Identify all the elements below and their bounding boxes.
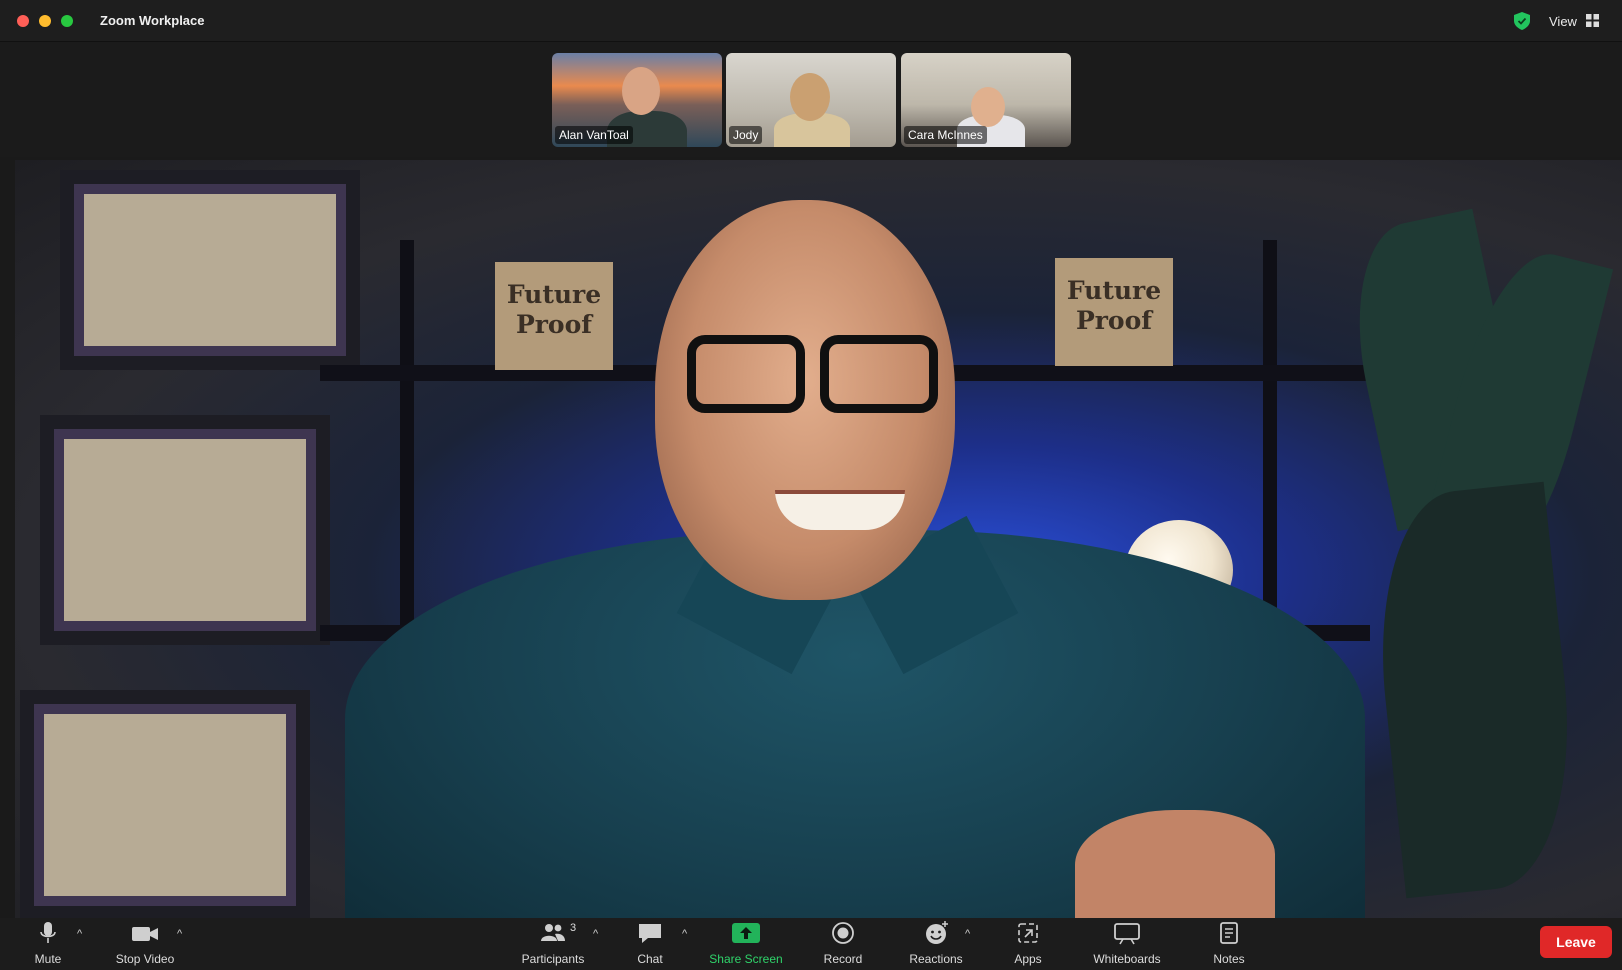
- participant-tile[interactable]: Cara McInnes: [901, 53, 1071, 147]
- participants-button[interactable]: 3 Participants: [516, 920, 590, 966]
- wall-frame: [40, 415, 330, 645]
- microphone-icon: [40, 922, 56, 943]
- reactions-label: Reactions: [909, 952, 963, 966]
- whiteboards-label: Whiteboards: [1093, 952, 1161, 966]
- participant-name: Alan VanToal: [555, 126, 633, 144]
- participant-tile[interactable]: Alan VanToal: [552, 53, 722, 147]
- mute-button[interactable]: Mute: [28, 920, 68, 966]
- stop-video-button[interactable]: Stop Video: [110, 920, 180, 966]
- glasses-left-lens: [687, 335, 805, 413]
- speaker-hand: [1075, 810, 1275, 918]
- apps-label: Apps: [1014, 952, 1042, 966]
- share-screen-label: Share Screen: [709, 952, 783, 966]
- participant-count-badge: 3: [570, 922, 577, 934]
- chat-options-chevron-icon[interactable]: ^: [682, 928, 687, 940]
- stop-video-label: Stop Video: [115, 952, 175, 966]
- chat-bubble-icon: [639, 924, 661, 943]
- participant-tile[interactable]: Jody: [726, 53, 896, 147]
- participant-face: [971, 87, 1005, 127]
- whiteboard-icon: [1114, 923, 1140, 945]
- smiley-face-icon: [926, 921, 948, 944]
- wall-frame: [60, 170, 360, 370]
- participants-label: Participants: [521, 952, 585, 966]
- participants-icon: [541, 924, 565, 941]
- glasses-right-lens: [820, 335, 938, 413]
- participant-gallery: Alan VanToal Jody Cara McInnes: [0, 42, 1622, 157]
- record-label: Record: [823, 952, 863, 966]
- mute-label: Mute: [34, 952, 62, 966]
- title-bar: Zoom Workplace View: [0, 0, 1622, 42]
- notes-label: Notes: [1213, 952, 1245, 966]
- chat-label: Chat: [637, 952, 663, 966]
- meeting-toolbar: Mute ^ Stop Video ^ 3 Participants ^ Cha…: [0, 918, 1622, 970]
- share-screen-icon: [732, 923, 760, 943]
- close-window-button[interactable]: [17, 15, 29, 27]
- apps-button[interactable]: Apps: [1008, 920, 1048, 966]
- participant-name: Jody: [729, 126, 763, 144]
- notes-button[interactable]: Notes: [1209, 920, 1249, 966]
- future-proof-sign: Future Proof: [1055, 258, 1173, 366]
- video-camera-icon: [132, 927, 158, 941]
- participant-face: [790, 73, 830, 121]
- notes-icon: [1220, 922, 1238, 944]
- view-button[interactable]: View: [1549, 14, 1577, 29]
- chat-button[interactable]: Chat: [630, 920, 670, 966]
- leave-meeting-button[interactable]: Leave: [1540, 926, 1612, 958]
- security-shield-icon[interactable]: [1514, 12, 1530, 30]
- whiteboards-button[interactable]: Whiteboards: [1087, 920, 1167, 966]
- minimize-window-button[interactable]: [39, 15, 51, 27]
- grid-view-icon[interactable]: [1586, 14, 1599, 27]
- participant-name: Cara McInnes: [904, 126, 987, 144]
- zoom-window-button[interactable]: [61, 15, 73, 27]
- audio-options-chevron-icon[interactable]: ^: [77, 928, 82, 940]
- apps-icon: [1018, 923, 1038, 943]
- active-speaker-video[interactable]: Future Proof Future Proof: [15, 160, 1622, 918]
- record-icon: [832, 922, 854, 944]
- participants-options-chevron-icon[interactable]: ^: [593, 928, 598, 940]
- speaker-smile: [775, 490, 905, 530]
- participant-face: [622, 67, 660, 115]
- future-proof-sign: Future Proof: [495, 262, 613, 370]
- plant-leaf: [1364, 481, 1586, 899]
- share-screen-button[interactable]: Share Screen: [706, 920, 786, 966]
- app-title: Zoom Workplace: [100, 13, 205, 28]
- reactions-options-chevron-icon[interactable]: ^: [965, 928, 970, 940]
- video-options-chevron-icon[interactable]: ^: [177, 928, 182, 940]
- wall-frame: [20, 690, 310, 918]
- reactions-button[interactable]: Reactions: [906, 920, 966, 966]
- record-button[interactable]: Record: [818, 920, 868, 966]
